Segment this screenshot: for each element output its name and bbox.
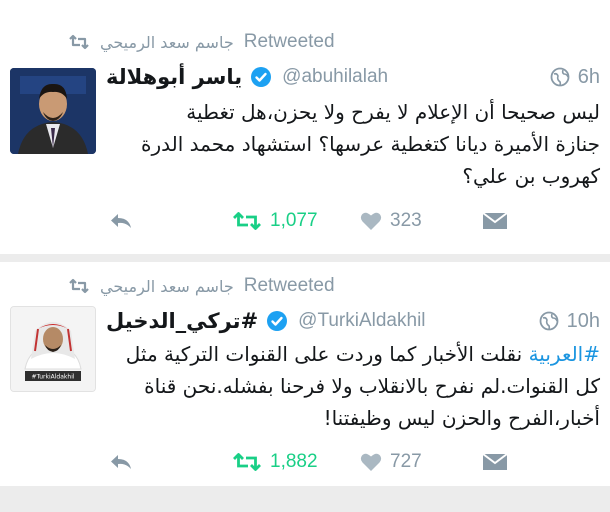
- verified-icon: [267, 311, 288, 331]
- avatar-portrait: [10, 68, 96, 154]
- timeline-footer: [0, 486, 610, 512]
- retweeted-label: Retweeted: [243, 275, 335, 296]
- reply-button[interactable]: [108, 445, 134, 479]
- verified-icon: [251, 67, 272, 87]
- direct-message-icon: [482, 212, 508, 229]
- tweet-header: ياسر أبوهلالة @abuhilalah 6h: [106, 60, 600, 94]
- tweet-text: #العربية نقلت الأخبار كما وردت على القنو…: [106, 338, 600, 434]
- retweet-button[interactable]: 1,077: [232, 204, 318, 238]
- author-name[interactable]: ياسر أبوهلالة: [106, 65, 242, 89]
- tweet-timestamp[interactable]: 10h: [539, 310, 600, 333]
- retweet-icon: [233, 212, 261, 230]
- tweet-text-line: كل القنوات.لم نفرح بالانقلاب ولا فرحنا ب…: [144, 374, 600, 398]
- direct-message-icon: [482, 453, 508, 470]
- tweet-text-line: جنازة الأميرة ديانا كتغطية عرسها؟ استشها…: [141, 132, 600, 156]
- globe-icon: [539, 311, 559, 331]
- tweet-header: #تركي_الدخيل @TurkiAldakhil 10h: [106, 304, 600, 338]
- author-handle[interactable]: @TurkiAldakhil: [298, 310, 425, 332]
- hashtag-link[interactable]: #العربية: [529, 342, 600, 366]
- direct-message-button[interactable]: [482, 204, 508, 238]
- reply-icon: [111, 455, 131, 469]
- tweet-card[interactable]: جاسم سعد الرميحي Retweeted ياسر أبوهلالة…: [0, 0, 610, 254]
- heart-icon: [360, 212, 382, 230]
- retweeter-name[interactable]: جاسم سعد الرميحي: [100, 277, 234, 296]
- timestamp-text: 6h: [577, 65, 600, 88]
- tweet-text: ليس صحيحا أن الإعلام لا يفرح ولا يحزن،هل…: [106, 96, 600, 192]
- heart-icon: [360, 453, 382, 471]
- tweet-actions: 1,882 727: [106, 445, 508, 479]
- tweet-text-line: أخبار،الفرح والحزن ليس وظيفتنا!: [323, 406, 600, 430]
- like-button[interactable]: 727: [360, 445, 422, 479]
- retweet-icon: [69, 278, 89, 294]
- retweet-icon: [69, 34, 89, 50]
- retweet-count: 1,882: [270, 451, 318, 472]
- retweet-context: جاسم سعد الرميحي Retweeted: [68, 271, 335, 301]
- tweet-text-line: #العربية نقلت الأخبار كما وردت على القنو…: [106, 338, 600, 370]
- tweet-text-line: كهروب بن علي؟: [462, 164, 600, 188]
- like-count: 727: [390, 451, 422, 472]
- tweet-actions: 1,077 323: [106, 204, 508, 238]
- retweet-context: جاسم سعد الرميحي Retweeted: [68, 27, 335, 57]
- avatar[interactable]: [10, 68, 96, 154]
- author-name[interactable]: #تركي_الدخيل: [106, 309, 258, 333]
- timestamp-text: 10h: [566, 309, 600, 332]
- tweet-card[interactable]: جاسم سعد الرميحي Retweeted #TurkiAldakhi…: [0, 262, 610, 486]
- tweet-timestamp[interactable]: 6h: [550, 66, 600, 89]
- retweeted-label: Retweeted: [243, 31, 335, 52]
- like-count: 323: [390, 210, 422, 231]
- tweet-text-segment: نقلت الأخبار كما وردت على القنوات التركي…: [125, 342, 523, 366]
- avatar[interactable]: #TurkiAldakhil: [10, 306, 96, 392]
- direct-message-button[interactable]: [482, 445, 508, 479]
- reply-icon: [111, 214, 131, 228]
- author-handle[interactable]: @abuhilalah: [282, 66, 388, 88]
- avatar-caption: #TurkiAldakhil: [31, 374, 74, 381]
- retweet-count: 1,077: [270, 210, 318, 231]
- retweeter-name[interactable]: جاسم سعد الرميحي: [100, 33, 234, 52]
- tweet-text-line: ليس صحيحا أن الإعلام لا يفرح ولا يحزن،هل…: [186, 100, 600, 124]
- avatar-portrait: #TurkiAldakhil: [11, 307, 95, 391]
- globe-icon: [550, 67, 570, 87]
- retweet-button[interactable]: 1,882: [232, 445, 318, 479]
- retweet-icon: [233, 453, 261, 471]
- reply-button[interactable]: [108, 204, 134, 238]
- tweet-separator: [0, 254, 610, 262]
- like-button[interactable]: 323: [360, 204, 422, 238]
